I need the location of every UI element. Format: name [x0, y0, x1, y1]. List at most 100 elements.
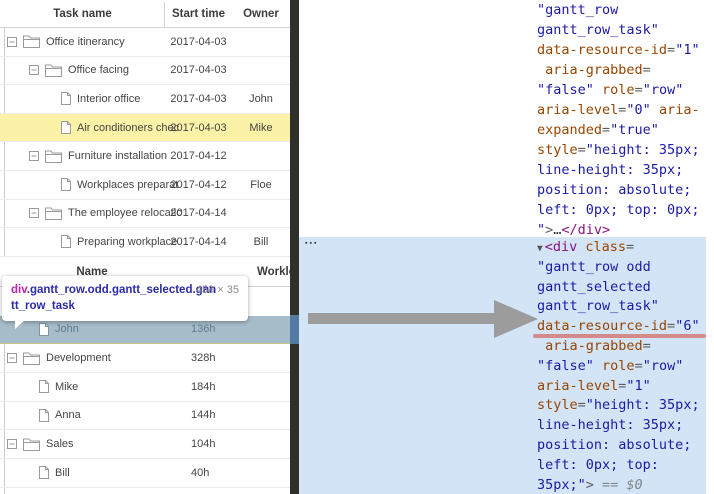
code-token: "height: 35px; [585, 142, 700, 158]
code-line[interactable]: "false" role="row" [537, 80, 683, 100]
tree-name-cell: Anna [0, 402, 203, 430]
code-line[interactable]: expanded="true" [537, 120, 659, 140]
task-row[interactable]: Office itinerancy 2017-04-03 [0, 28, 290, 57]
code-line[interactable]: "false" role="row" [537, 357, 683, 377]
annotation-underline [533, 334, 706, 338]
code-token: = [577, 142, 586, 158]
code-token: "false" [537, 82, 594, 98]
code-token: "0" [626, 102, 651, 118]
file-icon [39, 466, 49, 480]
workload-cell: 40h [191, 466, 210, 479]
code-line[interactable]: left: 0px; top: [537, 456, 659, 476]
folder-icon [23, 438, 40, 451]
column-header-start-time: Start time [171, 7, 226, 20]
tree-item-label: Air conditioners chec [77, 121, 180, 134]
owner-cell: Floe [250, 178, 272, 191]
column-header-owner: Owner [243, 7, 279, 20]
code-token: == $0 [593, 476, 643, 493]
inspect-tooltip: div.gantt_row.odd.gantt_selected.gantt_r… [2, 276, 248, 329]
task-row[interactable]: Air conditioners chec 2017-04-03 Mike [0, 113, 290, 143]
code-line[interactable]: aria-grabbed= [537, 337, 651, 357]
start-time-cell: 2017-04-03 [170, 35, 227, 48]
code-line[interactable]: left: 0px; top: 0px; [537, 200, 700, 220]
tooltip-tag-name: div [11, 284, 27, 296]
tree-item-label: Mike [55, 380, 79, 393]
task-row[interactable]: Interior office 2017-04-03 John [0, 85, 290, 114]
task-row[interactable]: Office facing 2017-04-03 [0, 57, 290, 86]
code-token: "true" [610, 122, 659, 138]
code-token: aria- [658, 102, 700, 118]
code-line[interactable]: position: absolute; [537, 180, 691, 200]
code-line[interactable]: "gantt_row [537, 0, 618, 20]
resource-row[interactable]: Sales 104h [0, 430, 290, 459]
code-token: class [585, 239, 627, 255]
code-token: 35px;" [537, 476, 586, 493]
code-line[interactable]: aria-level="1" [537, 377, 651, 397]
code-token: style [537, 397, 578, 414]
code-line[interactable]: aria-grabbed= [537, 60, 651, 80]
code-line[interactable]: style="height: 35px; [537, 396, 700, 416]
code-token: left: 0px; top: 0px; [537, 202, 700, 218]
code-token: = [667, 42, 676, 58]
code-line[interactable]: line-height: 35px; [537, 416, 683, 436]
resource-row[interactable]: Anna 144h [0, 402, 290, 431]
splitter-selected-row-mark [290, 315, 299, 344]
tree-item-label: Office itinerancy [46, 35, 125, 48]
resource-row[interactable]: Development 328h [0, 344, 290, 373]
expand-arrow-icon[interactable]: ▼ [537, 243, 543, 254]
code-token: "gantt_row [537, 2, 619, 18]
code-line[interactable]: position: absolute; [537, 436, 691, 456]
tree-item-label: John [55, 323, 79, 336]
resource-row[interactable]: Mike 184h [0, 373, 290, 402]
code-line[interactable]: "gantt_row odd [537, 258, 651, 278]
code-token: = [626, 239, 635, 255]
tree-item-label: Office facing [68, 64, 129, 77]
task-grid-header: Task name Start time Owner [0, 0, 290, 28]
tree-item-label: Anna [55, 409, 81, 422]
code-token: = [634, 82, 643, 98]
file-icon [39, 408, 49, 422]
tree-item-label: Interior office [77, 92, 141, 105]
code-line[interactable]: line-height: 35px; [537, 160, 683, 180]
code-line[interactable]: style="height: 35px; [537, 140, 700, 160]
code-line[interactable]: gantt_row_task" [537, 20, 659, 40]
code-token: = [642, 338, 651, 354]
code-line[interactable]: aria-level="0" aria- [537, 100, 700, 120]
task-row[interactable]: Preparing workplace 2017-04-14 Bill [0, 228, 290, 257]
code-token: gantt_row_task" [537, 298, 659, 315]
file-icon [39, 322, 49, 336]
collapse-toggle-icon[interactable] [29, 208, 39, 219]
start-time-cell: 2017-04-03 [170, 64, 227, 77]
collapse-toggle-icon[interactable] [7, 439, 17, 450]
task-row[interactable]: Workplaces preparat 2017-04-12 Floe [0, 171, 290, 200]
code-token: "row" [642, 82, 684, 98]
code-line[interactable]: 35px;"> == $0 [537, 476, 643, 494]
code-token: = [667, 318, 676, 335]
inspect-tooltip-selector: div.gantt_row.odd.gantt_selected.gantt_r… [11, 282, 219, 314]
tree-item-label: Bill [55, 466, 70, 479]
collapse-toggle-icon[interactable] [7, 353, 17, 364]
workload-cell: 328h [191, 352, 216, 365]
code-token: gantt_row_task" [537, 22, 659, 38]
code-token: data-resource-id [537, 42, 668, 58]
code-line[interactable]: ">…</div> [537, 220, 610, 240]
tree-item-label: Sales [46, 438, 74, 451]
code-line[interactable]: gantt_row_task" [537, 297, 659, 317]
code-line[interactable]: data-resource-id="1" [537, 40, 700, 60]
task-row[interactable]: Furniture installation 2017-04-12 [0, 142, 290, 171]
collapse-toggle-icon[interactable] [7, 36, 17, 47]
collapse-toggle-icon[interactable] [29, 65, 39, 76]
owner-cell: John [249, 92, 273, 105]
owner-cell: Bill [253, 235, 269, 248]
folder-icon [23, 352, 40, 365]
collapse-toggle-icon[interactable] [29, 151, 39, 162]
grid-splitter[interactable] [290, 0, 299, 494]
folder-icon [45, 207, 62, 220]
code-line[interactable]: gantt_selected [537, 278, 651, 298]
code-line[interactable]: ▼ <div class= [537, 238, 634, 258]
task-row[interactable]: The employee relocatic 2017-04-14 [0, 200, 290, 229]
resource-row[interactable]: Bill 40h [0, 459, 290, 488]
code-token: role [602, 82, 635, 98]
